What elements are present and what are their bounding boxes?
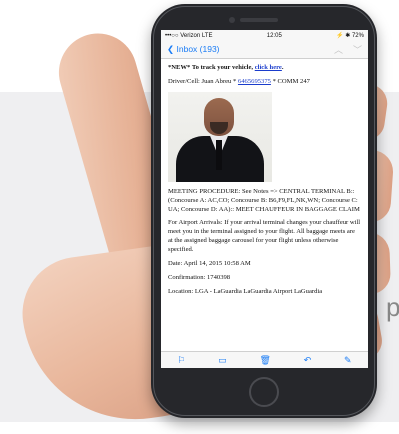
mail-nav-bar: ❮ Inbox (193) ︿ ﹀ [161,41,368,59]
tracking-line: *NEW* To track your vehicle, click here. [168,64,361,73]
phone-screen: •••○○ Verizon LTE 12:05 ⚡ ✱ 72% ❮ Inbox … [161,30,368,368]
pickup-location: Location: LGA - LaGuardia LaGuardia Airp… [168,287,323,295]
meeting-procedure: MEETING PROCEDURE: See Notes => CENTRAL … [168,187,360,213]
flag-icon[interactable]: ⚐ [177,355,185,366]
airport-arrivals-note: For Airport Arrivals: If your arrival te… [168,219,361,254]
driver-suffix: * COMM 247 [270,77,310,85]
background-text: p [386,292,399,322]
status-bar: •••○○ Verizon LTE 12:05 ⚡ ✱ 72% [161,30,368,41]
inbox-back-button[interactable]: ❮ Inbox (193) [167,44,220,55]
chevron-up-icon[interactable]: ︿ [334,43,343,56]
confirmation-number: Confirmation: 1740398 [168,273,231,281]
chevron-down-icon[interactable]: ﹀ [353,43,362,56]
earpiece-speaker [240,18,278,22]
home-button[interactable] [249,377,279,407]
tracking-text: *NEW* To track your vehicle, [168,64,255,71]
tracking-suffix: . [281,64,284,71]
mail-toolbar: ⚐ ▭ 🗑 ↶ ✎ [161,351,368,368]
driver-text: Driver/Cell: Juan Abreu * [168,77,238,85]
front-camera [229,17,235,23]
reply-icon[interactable]: ↶ [304,355,312,366]
status-time: 12:05 [266,32,282,39]
folder-icon[interactable]: ▭ [218,355,227,366]
compose-icon[interactable]: ✎ [344,355,352,366]
battery-status: ⚡ ✱ 72% [336,33,364,39]
carrier-signal: •••○○ Verizon LTE [165,32,213,39]
pickup-date: Date: April 14, 2015 10:58 AM [168,260,251,268]
inbox-back-label: Inbox (193) [176,44,220,54]
driver-line: Driver/Cell: Juan Abreu * 6465695375 * C… [168,78,361,87]
email-body: *NEW* To track your vehicle, click here.… [161,59,368,297]
chauffeur-photo [168,91,272,182]
track-vehicle-link[interactable]: click here [255,64,282,71]
chevron-left-icon: ❮ [167,44,175,54]
driver-phone-link[interactable]: 6465695375 [238,78,271,85]
trash-icon[interactable]: 🗑 [260,355,271,366]
